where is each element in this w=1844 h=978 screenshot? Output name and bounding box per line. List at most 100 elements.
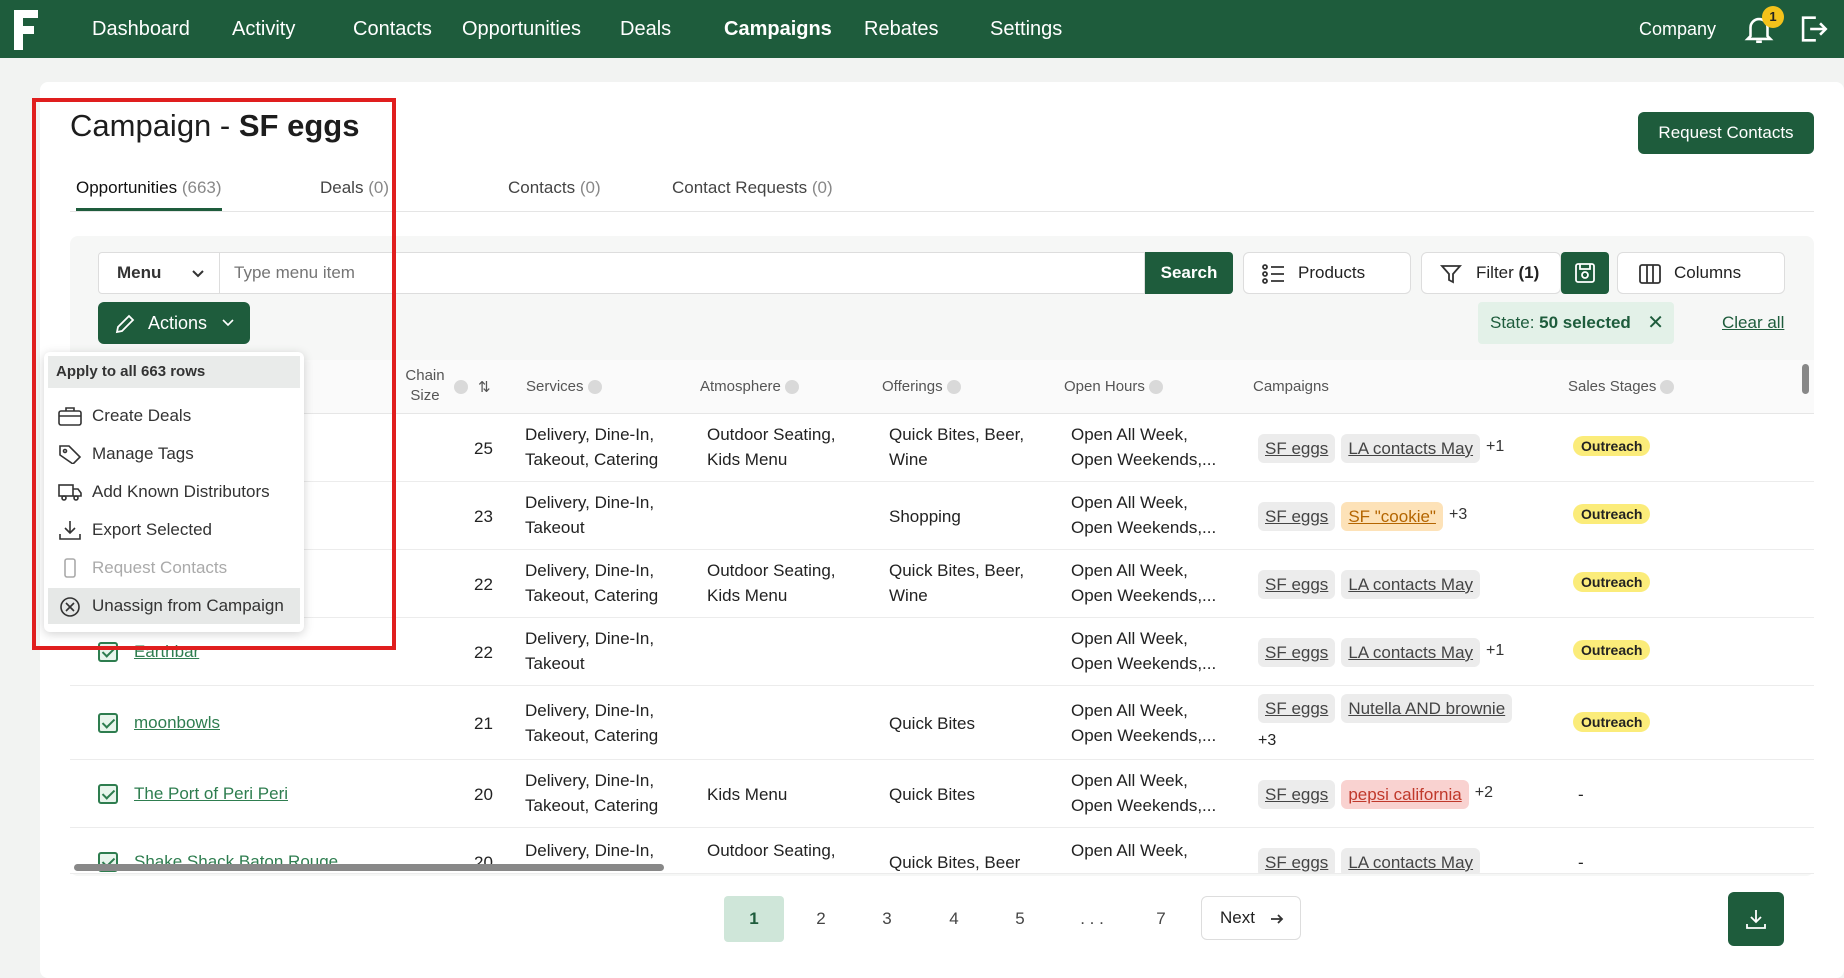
sort-icon[interactable]: ⇅ xyxy=(478,378,491,396)
column-sales-stages[interactable]: Sales Stages xyxy=(1568,378,1675,395)
table-row[interactable]: moonbowls 21 Delivery, Dine-In, Takeout, … xyxy=(70,686,1814,760)
campaign-tag[interactable]: SF eggs xyxy=(1258,848,1336,873)
status-badge: Outreach xyxy=(1573,572,1651,592)
services-cell: Delivery, Dine-In, Takeout, Catering xyxy=(525,561,659,605)
request-contacts-button[interactable]: Request Contacts xyxy=(1638,112,1814,154)
tab-contact-requests[interactable]: Contact Requests (0) xyxy=(672,178,833,208)
page-3[interactable]: 3 xyxy=(857,896,917,942)
nav-deals[interactable]: Deals xyxy=(620,0,671,58)
column-atmosphere[interactable]: Atmosphere xyxy=(700,378,799,395)
search-button[interactable]: Search xyxy=(1145,252,1233,294)
download-button[interactable] xyxy=(1728,892,1784,946)
open-hours-cell: Open All Week, Open Weekends,... xyxy=(1071,771,1217,815)
campaign-tag[interactable]: SF eggs xyxy=(1258,638,1336,667)
campaigns-cell: SF eggs LA contacts May +1 xyxy=(1258,638,1504,667)
campaign-tag[interactable]: LA contacts May xyxy=(1341,638,1481,667)
nav-dashboard[interactable]: Dashboard xyxy=(92,0,190,58)
campaign-tag[interactable]: LA contacts May xyxy=(1341,570,1481,599)
columns-button[interactable]: Columns xyxy=(1617,252,1785,294)
more-campaigns[interactable]: +1 xyxy=(1486,642,1504,659)
campaign-tag[interactable]: SF eggs xyxy=(1258,780,1336,809)
help-icon[interactable] xyxy=(784,380,799,395)
tab-contacts[interactable]: Contacts (0) xyxy=(508,178,601,208)
more-campaigns[interactable]: +3 xyxy=(1258,728,1276,753)
atmosphere-cell: Outdoor Seating, Kids Menu xyxy=(707,425,836,469)
company-menu[interactable]: Company xyxy=(1639,0,1716,58)
campaign-tag[interactable]: Nutella AND brownie xyxy=(1341,694,1513,723)
offerings-cell: Quick Bites, Beer, Wine xyxy=(889,561,1025,605)
filter-button[interactable]: Filter (1) xyxy=(1421,252,1561,294)
close-icon[interactable]: ✕ xyxy=(1647,302,1664,344)
logout-icon[interactable] xyxy=(1796,12,1830,46)
campaign-tag[interactable]: SF eggs xyxy=(1258,694,1336,723)
column-open-hours[interactable]: Open Hours xyxy=(1064,378,1163,395)
clear-all-link[interactable]: Clear all xyxy=(1722,302,1784,344)
app-logo-icon[interactable] xyxy=(14,10,38,50)
nav-contacts[interactable]: Contacts xyxy=(353,0,432,58)
services-cell: Delivery, Dine-In, Takeout xyxy=(525,629,655,673)
nav-activity[interactable]: Activity xyxy=(232,0,295,58)
help-icon[interactable] xyxy=(454,380,468,394)
campaigns-cell: SF eggs SF "cookie" +3 xyxy=(1258,502,1467,531)
services-cell: Delivery, Dine-In, Takeout, Catering xyxy=(525,425,659,469)
atmosphere-cell: Outdoor Seating, Kids Menu xyxy=(707,561,836,605)
chain-size-cell: 22 xyxy=(474,575,493,594)
campaigns-cell: SF eggs Nutella AND brownie xyxy=(1258,694,1518,723)
table-row[interactable]: The Port of Peri Peri 20 Delivery, Dine-… xyxy=(70,760,1814,828)
nav-settings[interactable]: Settings xyxy=(990,0,1062,58)
campaign-tag[interactable]: LA contacts May xyxy=(1341,434,1481,463)
campaign-tag[interactable]: SF eggs xyxy=(1258,434,1336,463)
page-1[interactable]: 1 xyxy=(724,896,784,942)
next-page-button[interactable]: Next xyxy=(1201,896,1301,940)
state-filter-chip: State: 50 selected ✕ xyxy=(1478,302,1674,344)
campaigns-cell: SF eggs LA contacts May xyxy=(1258,570,1486,599)
save-filter-button[interactable] xyxy=(1561,252,1609,294)
campaign-tag[interactable]: SF "cookie" xyxy=(1341,502,1443,531)
campaign-tag[interactable]: LA contacts May xyxy=(1341,848,1481,873)
row-checkbox[interactable] xyxy=(98,784,118,804)
more-campaigns[interactable]: +3 xyxy=(1449,506,1467,523)
offerings-cell: Quick Bites, Beer xyxy=(889,853,1021,872)
campaign-tag[interactable]: pepsi california xyxy=(1341,780,1469,809)
more-campaigns[interactable]: +2 xyxy=(1475,784,1493,801)
page-2[interactable]: 2 xyxy=(791,896,851,942)
page-5[interactable]: 5 xyxy=(990,896,1050,942)
column-chain-size[interactable]: Chain Size xyxy=(400,366,450,406)
offerings-cell: Quick Bites xyxy=(889,714,975,733)
more-campaigns[interactable]: +1 xyxy=(1486,438,1504,455)
business-name-link[interactable]: The Port of Peri Peri xyxy=(134,784,288,804)
campaigns-cell: SF eggs pepsi california +2 xyxy=(1258,780,1493,809)
open-hours-cell: Open All Week, Open Weekends,... xyxy=(1071,425,1217,469)
chain-size-cell: 21 xyxy=(474,714,493,733)
horizontal-scrollbar[interactable] xyxy=(74,864,664,871)
offerings-cell: Quick Bites xyxy=(889,785,975,804)
column-offerings[interactable]: Offerings xyxy=(882,378,961,395)
products-button[interactable]: Products xyxy=(1243,252,1411,294)
status-badge: Outreach xyxy=(1573,436,1651,456)
status-badge: Outreach xyxy=(1573,504,1651,524)
nav-opportunities[interactable]: Opportunities xyxy=(462,0,581,58)
column-services[interactable]: Services xyxy=(526,378,602,395)
page-7[interactable]: 7 xyxy=(1131,896,1191,942)
arrow-right-icon xyxy=(1271,914,1284,924)
help-icon[interactable] xyxy=(587,380,602,395)
atmosphere-cell: Outdoor Seating, xyxy=(707,841,836,860)
top-navigation: Dashboard Activity Contacts Opportunitie… xyxy=(0,0,1844,58)
nav-campaigns[interactable]: Campaigns xyxy=(724,0,832,58)
page-4[interactable]: 4 xyxy=(924,896,984,942)
offerings-cell: Quick Bites, Beer, Wine xyxy=(889,425,1025,469)
vertical-scrollbar[interactable] xyxy=(1802,364,1809,394)
status-badge: Outreach xyxy=(1573,640,1651,660)
campaign-tag[interactable]: SF eggs xyxy=(1258,570,1336,599)
help-icon[interactable] xyxy=(1148,380,1163,395)
campaign-tag[interactable]: SF eggs xyxy=(1258,502,1336,531)
column-campaigns[interactable]: Campaigns xyxy=(1253,378,1329,395)
chain-size-cell: 22 xyxy=(474,643,493,662)
services-cell: Delivery, Dine-In, Takeout, Catering xyxy=(525,771,659,815)
row-checkbox[interactable] xyxy=(98,713,118,733)
nav-rebates[interactable]: Rebates xyxy=(864,0,939,58)
help-icon[interactable] xyxy=(1660,380,1675,395)
filter-icon xyxy=(1440,265,1462,284)
business-name-link[interactable]: moonbowls xyxy=(134,713,220,733)
help-icon[interactable] xyxy=(946,380,961,395)
